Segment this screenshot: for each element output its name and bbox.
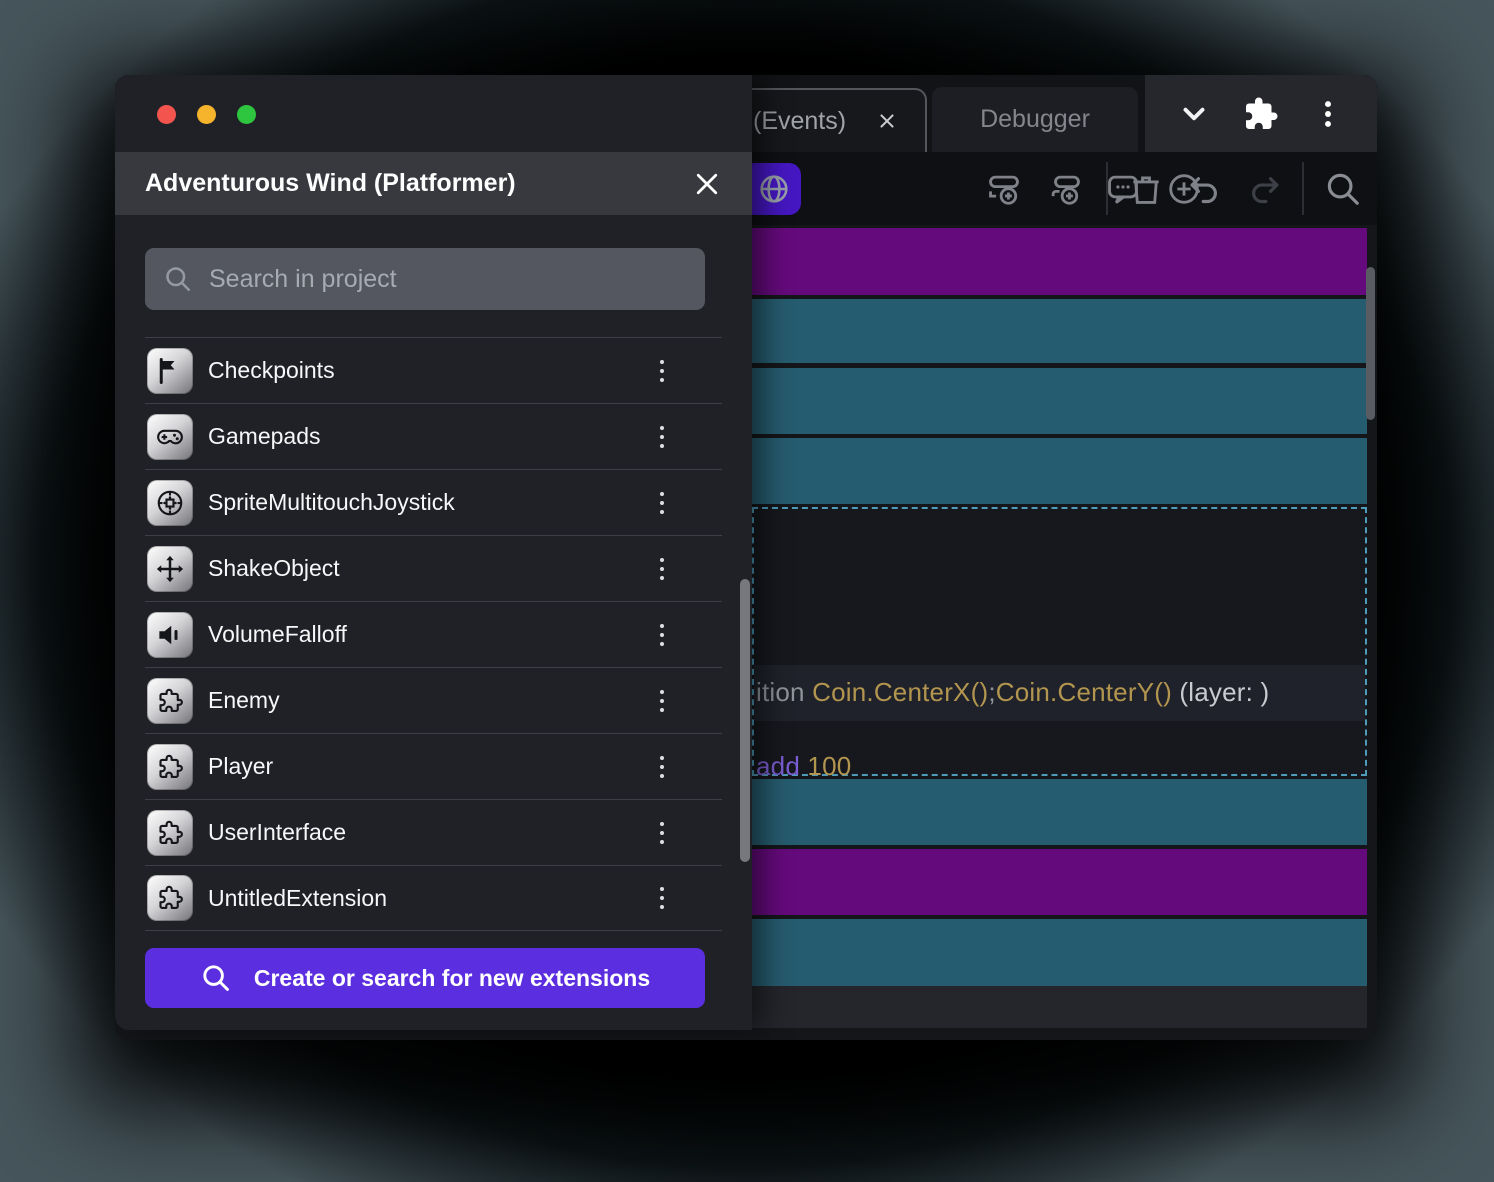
desktop-background: (Events) Debugger — [0, 0, 1494, 1182]
list-item-label: VolumeFalloff — [208, 621, 642, 648]
drawer-scrollbar[interactable] — [740, 579, 750, 862]
project-manager-header: Adventurous Wind (Platformer) — [115, 152, 752, 215]
item-menu-icon[interactable] — [642, 878, 682, 918]
extensions-puzzle-icon[interactable] — [1243, 96, 1279, 132]
list-item-gamepads[interactable]: Gamepads — [145, 403, 722, 469]
event-row[interactable] — [752, 299, 1367, 363]
item-menu-icon[interactable] — [642, 813, 682, 853]
traffic-light-zoom-button[interactable] — [237, 105, 256, 124]
item-menu-icon[interactable] — [642, 549, 682, 589]
item-menu-icon[interactable] — [642, 747, 682, 787]
events-scrollbar[interactable] — [1366, 267, 1375, 420]
undo-button[interactable] — [1185, 170, 1223, 208]
search-input[interactable] — [209, 265, 687, 294]
traffic-light-minimize-button[interactable] — [197, 105, 216, 124]
item-menu-icon[interactable] — [642, 615, 682, 655]
search-events-button[interactable] — [1324, 170, 1362, 208]
flag-icon — [147, 348, 193, 394]
list-item-userinterface[interactable]: UserInterface — [145, 799, 722, 865]
globe-icon — [756, 171, 792, 207]
more-menu-icon[interactable] — [1311, 97, 1345, 131]
gdevelop-window: (Events) Debugger — [115, 75, 1377, 1040]
event-row[interactable] — [752, 228, 1367, 295]
tab-debugger-label: Debugger — [980, 105, 1090, 134]
item-menu-icon[interactable] — [642, 681, 682, 721]
traffic-light-close-button[interactable] — [157, 105, 176, 124]
list-item-label: SpriteMultitouchJoystick — [208, 489, 642, 516]
list-item-checkpoints[interactable]: Checkpoints — [145, 337, 722, 403]
event-row[interactable] — [752, 919, 1367, 986]
event-row[interactable] — [752, 368, 1367, 434]
project-search[interactable] — [145, 248, 705, 310]
close-icon[interactable] — [692, 169, 722, 199]
event-row[interactable] — [752, 438, 1367, 504]
toolbar-divider — [1106, 162, 1108, 215]
event-action-text: ition Coin.CenterX();Coin.CenterY() (lay… — [756, 677, 1269, 708]
list-item-label: UserInterface — [208, 819, 642, 846]
puzzle-icon — [147, 744, 193, 790]
gamepad-icon — [147, 414, 193, 460]
tab-close-icon[interactable] — [876, 110, 898, 132]
window-titlebar — [115, 75, 752, 152]
list-item-player[interactable]: Player — [145, 733, 722, 799]
move-arrows-icon — [147, 546, 193, 592]
list-item-spritemultitouchjoystick[interactable]: SpriteMultitouchJoystick — [145, 469, 722, 535]
events-footer-strip — [752, 986, 1367, 1028]
item-menu-icon[interactable] — [642, 351, 682, 391]
add-event-button[interactable] — [985, 170, 1023, 208]
create-extension-label: Create or search for new extensions — [254, 965, 650, 992]
event-row[interactable] — [752, 779, 1367, 845]
item-menu-icon[interactable] — [642, 417, 682, 457]
item-menu-icon[interactable] — [642, 483, 682, 523]
search-icon — [163, 264, 193, 294]
list-item-label: ShakeObject — [208, 555, 642, 582]
list-item-enemy[interactable]: Enemy — [145, 667, 722, 733]
extension-list: Checkpoints Gamepads SpriteMultitouchJoy… — [145, 337, 722, 931]
list-item-label: Gamepads — [208, 423, 642, 450]
toolbar-divider — [1302, 162, 1304, 215]
tabbar-actions — [1145, 75, 1377, 152]
speaker-icon — [147, 612, 193, 658]
list-item-label: Enemy — [208, 687, 642, 714]
list-item-label: Player — [208, 753, 642, 780]
puzzle-icon — [147, 875, 193, 921]
selected-event[interactable]: ition Coin.CenterX();Coin.CenterY() (lay… — [752, 507, 1367, 776]
tab-events-label: (Events) — [753, 107, 846, 136]
create-extension-button[interactable]: Create or search for new extensions — [145, 948, 705, 1008]
list-item-volumefalloff[interactable]: VolumeFalloff — [145, 601, 722, 667]
project-manager-drawer: Adventurous Wind (Platformer) Checkpoint… — [115, 75, 752, 1030]
chevron-down-icon[interactable] — [1177, 97, 1211, 131]
puzzle-icon — [147, 678, 193, 724]
puzzle-icon — [147, 810, 193, 856]
list-item-label: Checkpoints — [208, 357, 642, 384]
list-item-shakeobject[interactable]: ShakeObject — [145, 535, 722, 601]
list-item-label: UntitledExtension — [208, 885, 642, 912]
delete-button[interactable] — [1127, 170, 1165, 208]
list-item-untitledextension[interactable]: UntitledExtension — [145, 865, 722, 931]
event-row[interactable] — [752, 849, 1367, 915]
event-param-text: add 100 — [756, 751, 851, 782]
redo-button[interactable] — [1246, 170, 1284, 208]
add-sub-event-button[interactable] — [1046, 170, 1084, 208]
joystick-icon — [147, 480, 193, 526]
tab-debugger[interactable]: Debugger — [932, 87, 1138, 152]
project-title: Adventurous Wind (Platformer) — [145, 169, 516, 198]
